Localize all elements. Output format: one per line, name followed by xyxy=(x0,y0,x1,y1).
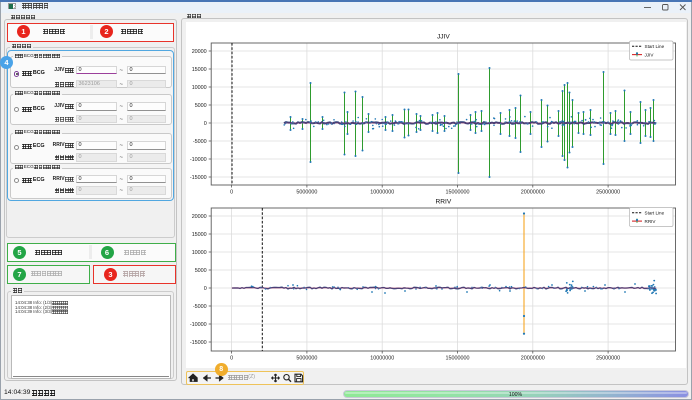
svg-text:5000000: 5000000 xyxy=(296,189,317,195)
svg-text:Start Line: Start Line xyxy=(645,211,665,216)
svg-text:-5000: -5000 xyxy=(193,139,207,145)
svg-text:5000: 5000 xyxy=(195,103,207,109)
svg-text:20000000: 20000000 xyxy=(521,189,545,195)
svg-text:0: 0 xyxy=(230,189,233,195)
svg-text:20000000: 20000000 xyxy=(521,355,545,361)
svg-text:25000000: 25000000 xyxy=(596,355,620,361)
svg-text:-15000: -15000 xyxy=(190,175,207,181)
svg-text:25000000: 25000000 xyxy=(596,189,620,195)
svg-text:15000000: 15000000 xyxy=(446,355,470,361)
svg-text:0: 0 xyxy=(204,286,207,292)
svg-text:-15000: -15000 xyxy=(190,340,207,346)
svg-text:15000000: 15000000 xyxy=(446,189,470,195)
svg-text:20000: 20000 xyxy=(192,49,207,55)
svg-text:-5000: -5000 xyxy=(193,304,207,310)
svg-text:0: 0 xyxy=(204,121,207,127)
svg-text:10000000: 10000000 xyxy=(370,355,394,361)
svg-text:-10000: -10000 xyxy=(190,157,207,163)
svg-text:RRIV: RRIV xyxy=(645,219,657,224)
svg-text:0: 0 xyxy=(230,355,233,361)
svg-text:5000: 5000 xyxy=(195,268,207,274)
svg-text:Start Line: Start Line xyxy=(645,44,665,49)
svg-text:15000: 15000 xyxy=(192,232,207,238)
svg-text:10000000: 10000000 xyxy=(370,189,394,195)
svg-text:RRIV: RRIV xyxy=(436,199,452,206)
svg-text:-10000: -10000 xyxy=(190,322,207,328)
svg-text:5000000: 5000000 xyxy=(296,355,317,361)
svg-text:15000: 15000 xyxy=(192,67,207,73)
svg-text:10000: 10000 xyxy=(192,85,207,91)
svg-text:JJIV: JJIV xyxy=(645,53,655,58)
svg-text:10000: 10000 xyxy=(192,250,207,256)
svg-text:20000: 20000 xyxy=(192,214,207,220)
svg-text:JJIV: JJIV xyxy=(437,34,450,41)
